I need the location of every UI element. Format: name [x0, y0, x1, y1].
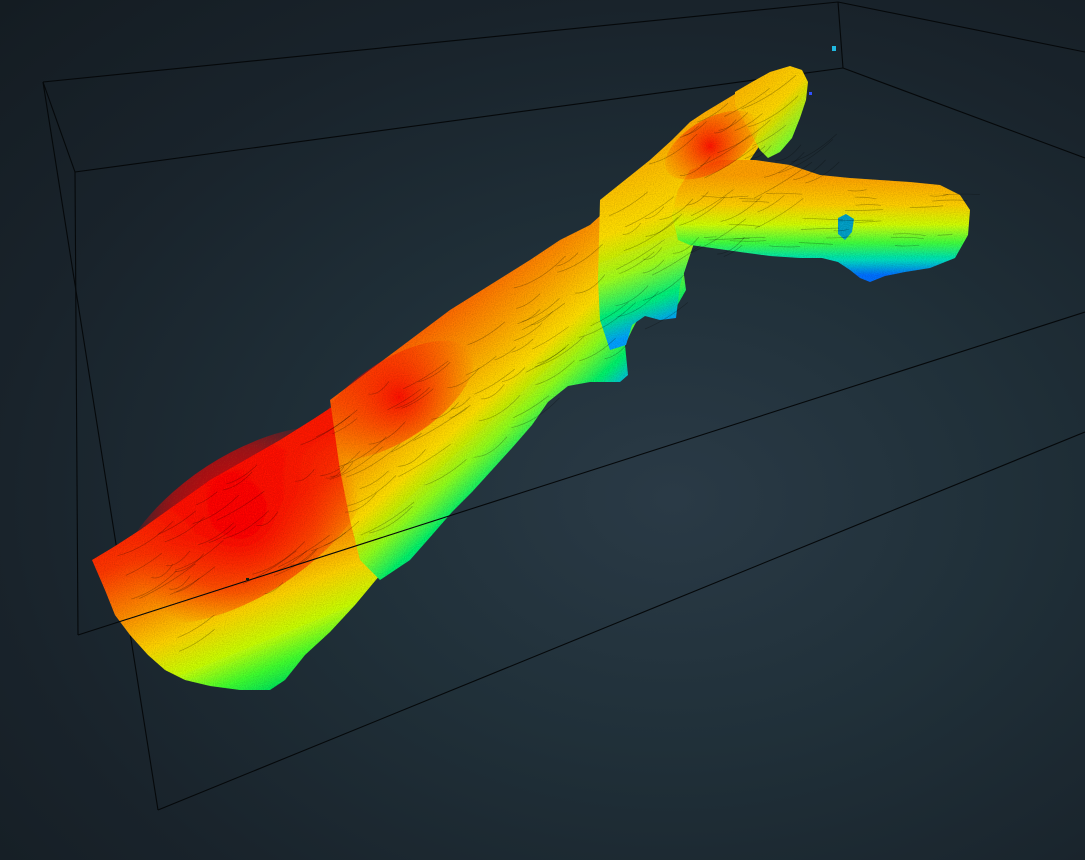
point-cloud-mesh[interactable] — [85, 66, 970, 690]
point-cloud-scene[interactable] — [0, 0, 1085, 860]
bbox-edge — [42, 81, 159, 811]
stray-point — [809, 92, 812, 95]
surface-arm — [672, 160, 970, 282]
bounding-box — [42, 1, 1085, 811]
3d-viewport[interactable] — [0, 0, 1085, 860]
bbox-edge — [842, 67, 1085, 159]
bbox-edge — [837, 1, 1085, 53]
bbox-edge — [837, 1, 844, 69]
stray-point — [246, 578, 249, 580]
stray-point — [832, 46, 836, 51]
bbox-edge — [42, 1, 839, 83]
bbox-edge — [74, 171, 79, 636]
bbox-edge — [42, 81, 76, 173]
